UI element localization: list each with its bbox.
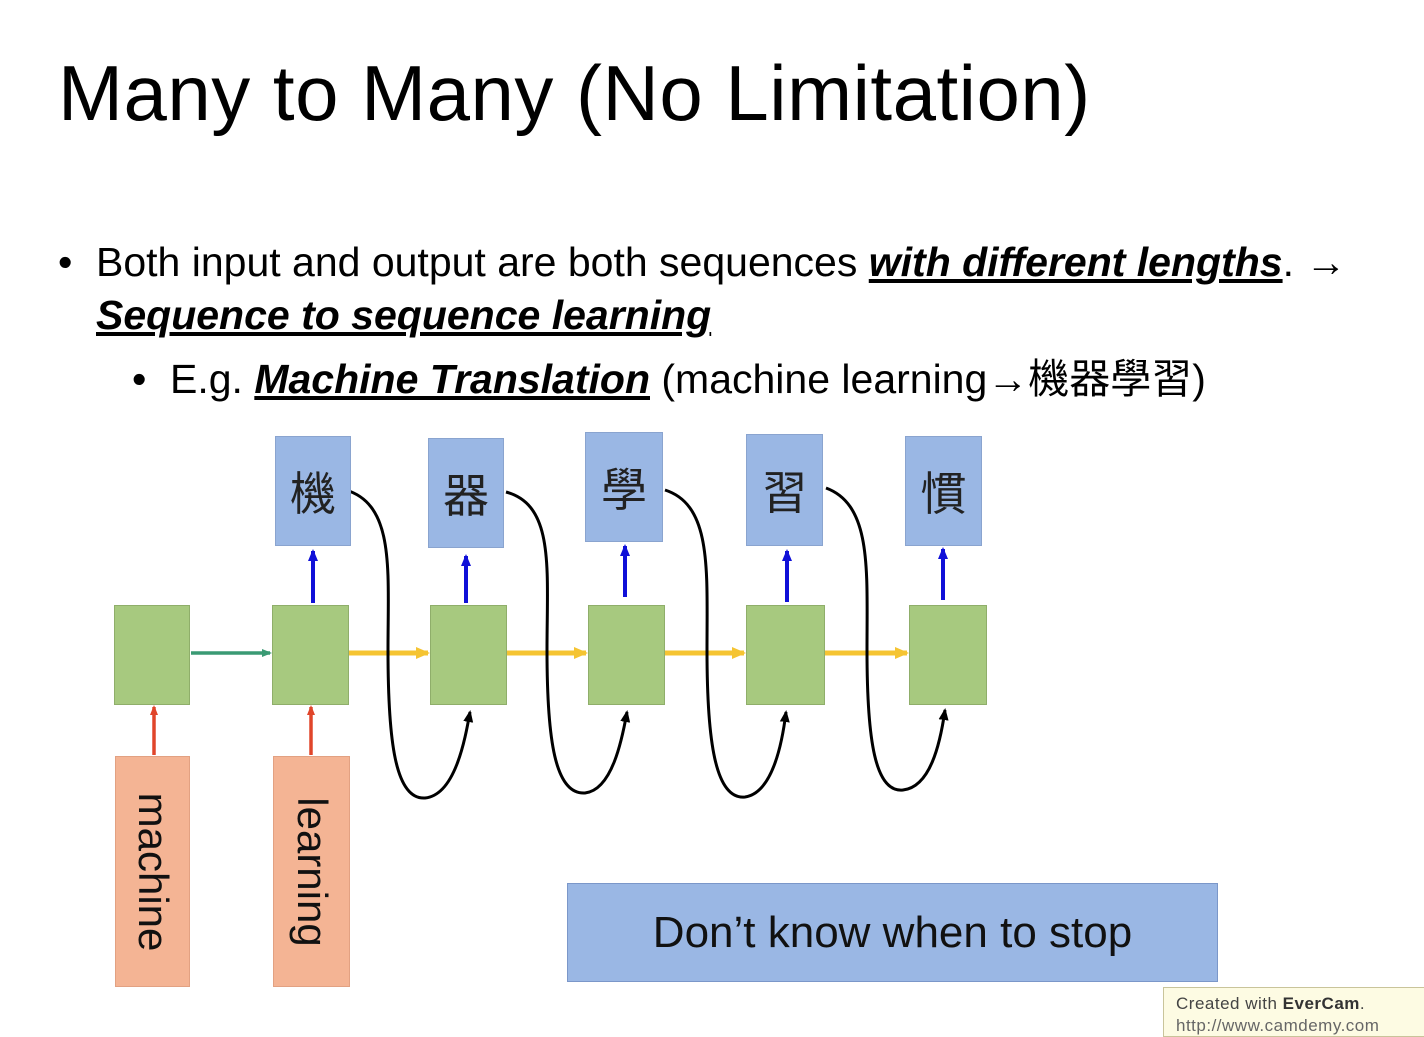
input-token-box: learning <box>273 756 350 987</box>
output-token-box: 機 <box>275 436 351 546</box>
watermark-suffix: . <box>1359 994 1366 1013</box>
output-token-box: 器 <box>428 438 504 548</box>
output-token-box: 習 <box>746 434 823 546</box>
watermark-brand: EverCam <box>1282 994 1360 1013</box>
rnn-cell <box>909 605 987 705</box>
rnn-cell <box>588 605 665 705</box>
callout-box: Don’t know when to stop <box>567 883 1218 982</box>
rnn-cell <box>272 605 349 705</box>
input-token-label: machine <box>129 792 177 951</box>
rnn-cell <box>430 605 507 705</box>
output-token-box: 慣 <box>905 436 982 546</box>
evercam-watermark: Created with EverCam. http://www.camdemy… <box>1163 987 1424 1037</box>
watermark-url: http://www.camdemy.com <box>1176 1016 1380 1035</box>
input-token-label: learning <box>288 796 336 947</box>
output-token-box: 學 <box>585 432 663 542</box>
diagram-arrows <box>150 486 949 800</box>
rnn-cell <box>114 605 190 705</box>
input-token-box: machine <box>115 756 190 987</box>
watermark-prefix: Created with <box>1176 994 1283 1013</box>
rnn-cell <box>746 605 825 705</box>
